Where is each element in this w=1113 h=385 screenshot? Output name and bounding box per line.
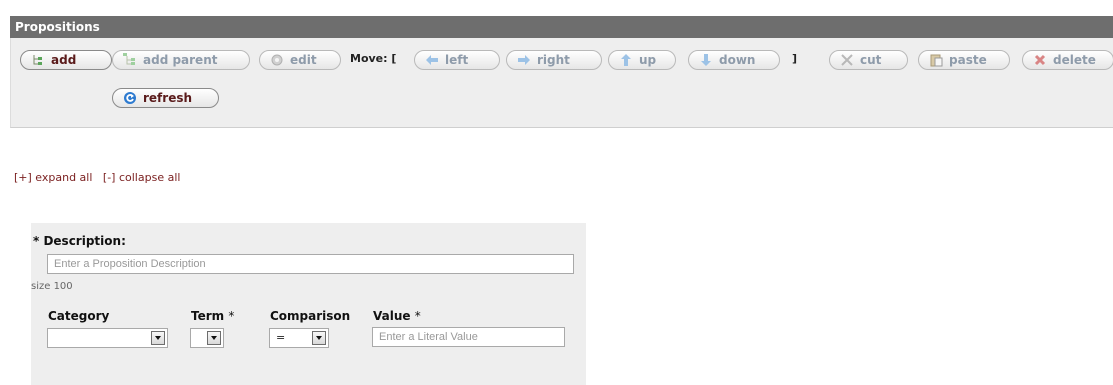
term-select[interactable] [190,328,224,348]
value-label: Value * [373,309,421,323]
comparison-label: Comparison [270,309,351,323]
arrow-left-icon [425,53,439,67]
up-label: up [639,53,657,67]
comparison-selected-value: = [276,331,286,344]
cut-label: cut [860,53,882,67]
category-label: Category [48,309,110,323]
add-parent-icon [123,53,137,67]
proposition-edit-panel: * Description: Enter a Proposition Descr… [31,223,586,385]
term-label: Term * [191,309,234,323]
edit-label: edit [290,53,317,67]
section-title: Propositions [15,20,100,34]
proposition-toolbar: add add parent edit Move: [ left right u… [10,38,1113,128]
size-hint: size 100 [31,281,73,292]
move-close-bracket: ] [792,52,798,65]
description-input[interactable]: Enter a Proposition Description [47,254,574,274]
move-left-button[interactable]: left [414,50,500,70]
gear-icon [270,53,284,67]
move-right-button[interactable]: right [506,50,602,70]
clipboard-icon [929,53,943,67]
propositions-header: Propositions [10,16,1113,38]
move-up-button[interactable]: up [608,50,676,70]
chevron-down-icon [151,331,165,345]
chevron-down-icon [312,331,326,345]
arrow-down-icon [699,53,713,67]
term-label-text: Term [191,309,225,323]
comparison-select[interactable]: = [269,328,329,348]
description-label: * Description: [33,234,126,248]
value-input[interactable]: Enter a Literal Value [372,327,565,347]
add-parent-label: add parent [143,53,218,67]
value-label-text: Value [373,309,411,323]
arrow-right-icon [517,53,531,67]
paste-button[interactable]: paste [918,50,1010,70]
edit-button[interactable]: edit [259,50,341,70]
refresh-label: refresh [143,91,193,105]
add-button[interactable]: add [20,50,112,70]
category-select[interactable] [47,328,168,348]
arrow-up-icon [619,53,633,67]
delete-label: delete [1053,53,1096,67]
value-required-marker: * [414,309,421,323]
cut-button[interactable]: cut [829,50,908,70]
paste-label: paste [949,53,987,67]
delete-x-icon [1033,53,1047,67]
right-label: right [537,53,570,67]
tree-expand-links: [+] expand all [-] collapse all [14,171,180,184]
delete-button[interactable]: delete [1022,50,1113,70]
down-label: down [719,53,756,67]
add-label: add [51,53,77,67]
move-label: Move: [ [350,52,397,65]
refresh-icon [123,91,137,105]
scissors-icon [840,53,854,67]
left-label: left [445,53,469,67]
chevron-down-icon [207,331,221,345]
move-down-button[interactable]: down [688,50,780,70]
term-required-marker: * [228,309,235,323]
add-node-icon [31,53,45,67]
collapse-all-link[interactable]: [-] collapse all [103,171,181,184]
add-parent-button[interactable]: add parent [112,50,250,70]
expand-all-link[interactable]: [+] expand all [14,171,92,184]
refresh-button[interactable]: refresh [112,88,219,108]
